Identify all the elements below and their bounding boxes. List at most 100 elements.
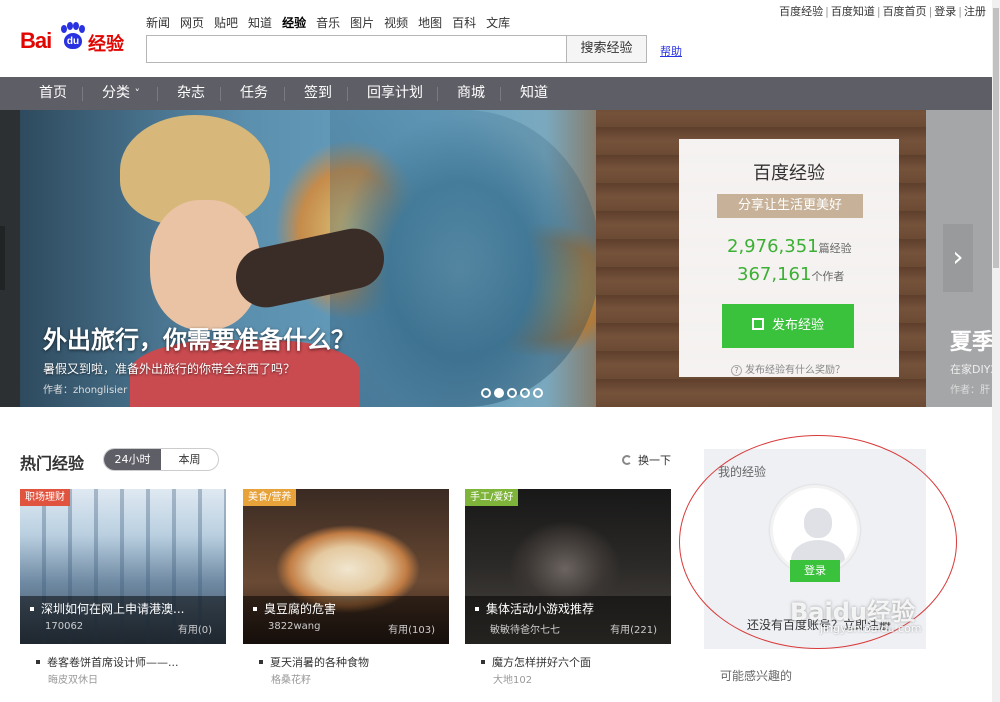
main-nav: 首页 分类 ˅ 杂志 任务 签到 回享计划 商城 知道 [0,77,1000,110]
hot-card[interactable]: 手工/爱好 集体活动小游戏推荐 敏敏待爸尔七七 有用(221) [465,489,671,644]
refresh-label: 换一下 [638,454,671,467]
top-link-login[interactable]: 登录 [934,5,956,18]
next-slide-subtitle: 在家DIY2 [950,363,998,376]
interest-heading: 可能感兴趣的 [720,669,793,683]
list-item-author: 晦皮双休日 [48,675,98,686]
hot-card-likes: 有用(103) [388,625,435,636]
authors-unit: 个作者 [811,270,845,283]
product-nav: 新闻 网页 贴吧 知道 经验 音乐 图片 视频 地图 百科 文库 [146,14,520,31]
scrollbar-thumb[interactable] [993,8,999,268]
product-nav-item[interactable]: 网页 [180,14,204,31]
top-link-zhidao[interactable]: 百度知道 [831,5,875,18]
nav-item-category[interactable]: 分类 ˅ [102,77,140,110]
refresh-icon [622,455,632,465]
stats-card: 百度经验 分享让生活更美好 2,976,351篇经验 367,161个作者 发布… [679,139,899,377]
slide-dot-active[interactable] [494,388,504,398]
authors-count: 367,161个作者 [737,264,845,285]
slide-dot[interactable] [533,388,543,398]
prev-slide-button[interactable] [0,226,5,290]
slide-dot[interactable] [520,388,530,398]
product-nav-item[interactable]: 文库 [486,14,510,31]
nav-item-zhidao[interactable]: 知道 [520,77,548,110]
product-nav-item[interactable]: 百科 [452,14,476,31]
help-link[interactable]: 帮助 [660,43,682,59]
hot-card-likes: 有用(0) [177,625,212,636]
tab-week[interactable]: 本周 [161,449,218,470]
chevron-right-icon: › [952,240,964,273]
top-links: 百度经验 | 百度知道 | 百度首页 | 登录 | 注册 [779,5,986,18]
nav-item-checkin[interactable]: 签到 [304,77,332,110]
top-link-jingyan[interactable]: 百度经验 [779,5,823,18]
slide-dot[interactable] [481,388,491,398]
product-nav-item[interactable]: 知道 [248,14,272,31]
experiences-unit: 篇经验 [818,242,852,255]
refresh-button[interactable]: 换一下 [622,452,671,468]
category-tag[interactable]: 美食/营养 [243,489,297,506]
hot-card-author: 170062 [45,621,84,632]
logo-bai-text: Bai [20,28,52,53]
banner-subtitle: 暑假又到啦，准备外出旅行的你带全东西了吗？ [43,362,296,376]
edit-icon [751,318,764,330]
reward-link[interactable]: ? 发布经验有什么奖励？ [731,361,845,376]
product-nav-item[interactable]: 图片 [350,14,374,31]
nav-item-label: 分类 [102,85,130,101]
baidu-jingyan-logo[interactable]: Bai du 经验 [20,22,136,62]
nav-item-tasks[interactable]: 任务 [240,77,268,110]
my-experience-title: 我的经验 [718,465,767,479]
next-slide-button[interactable]: › [943,224,973,292]
hot-card-author: 敏敏待爸尔七七 [490,625,560,636]
next-slide-title: 夏季 [950,330,995,355]
nav-item-share-plan[interactable]: 回享计划 [367,77,423,110]
nav-item-magazine[interactable]: 杂志 [177,77,205,110]
login-button[interactable]: 登录 [790,560,840,582]
user-icon [804,508,832,538]
product-nav-item[interactable]: 地图 [418,14,442,31]
scrollbar[interactable] [992,0,1000,702]
product-nav-item[interactable]: 音乐 [316,14,340,31]
category-tag[interactable]: 手工/爱好 [465,489,519,506]
nav-item-home[interactable]: 首页 [39,77,67,110]
experiences-count: 2,976,351篇经验 [727,236,852,257]
reward-link-label: 发布经验有什么奖励？ [745,365,845,376]
stats-card-title: 百度经验 [753,163,825,184]
logo-du-text: du [64,33,82,49]
period-tabs: 24小时 本周 [103,448,219,471]
top-link-register[interactable]: 注册 [964,5,986,18]
hot-card-title: 深圳如何在网上申请港澳... [30,600,184,617]
product-nav-item[interactable]: 贴吧 [214,14,238,31]
hot-card-title: 集体活动小游戏推荐 [475,600,594,617]
hot-card-title: 臭豆腐的危害 [253,600,336,617]
watermark-url: jingyan.baidu.com [820,622,922,635]
header: Bai du 经验 新闻 网页 贴吧 知道 经验 音乐 图片 视频 地图 百科 … [0,0,1000,77]
hot-section-title: 热门经验 [20,454,85,473]
list-item-author: 格桑花籽 [271,675,311,686]
question-icon: ? [731,365,742,376]
list-item: 魔方怎样拼好六个面 [481,654,591,670]
chevron-down-icon: ˅ [134,87,140,100]
logo-jingyan-text: 经验 [88,34,124,55]
banner-title[interactable]: 外出旅行，你需要准备什么？ [43,320,355,355]
category-tag[interactable]: 职场理财 [20,489,70,506]
hot-card[interactable]: 美食/营养 臭豆腐的危害 3822wang 有用(103) [243,489,449,644]
nav-item-mall[interactable]: 商城 [457,77,485,110]
hot-card[interactable]: 职场理财 深圳如何在网上申请港澳... 170062 有用(0) [20,489,226,644]
list-item-author: 大地102 [493,675,533,686]
search-input[interactable] [146,35,567,63]
slide-dots [481,388,543,398]
product-nav-item[interactable]: 视频 [384,14,408,31]
tab-24h[interactable]: 24小时 [104,449,161,470]
next-slide-author: 作者：肝 [950,385,990,396]
publish-button[interactable]: 发布经验 [722,304,854,348]
list-item: 夏天消暑的各种食物 [259,654,369,670]
top-link-home[interactable]: 百度首页 [883,5,927,18]
banner-author: 作者：zhonglisier [43,385,128,396]
product-nav-item[interactable]: 新闻 [146,14,170,31]
product-nav-item-active[interactable]: 经验 [282,14,306,31]
hot-card-author: 3822wang [268,621,321,632]
hot-card-likes: 有用(221) [610,625,657,636]
search-button[interactable]: 搜索经验 [566,35,647,63]
publish-button-label: 发布经验 [771,318,824,333]
slide-dot[interactable] [507,388,517,398]
paw-icon: du [60,22,86,52]
slogan-ribbon: 分享让生活更美好 [717,194,863,218]
